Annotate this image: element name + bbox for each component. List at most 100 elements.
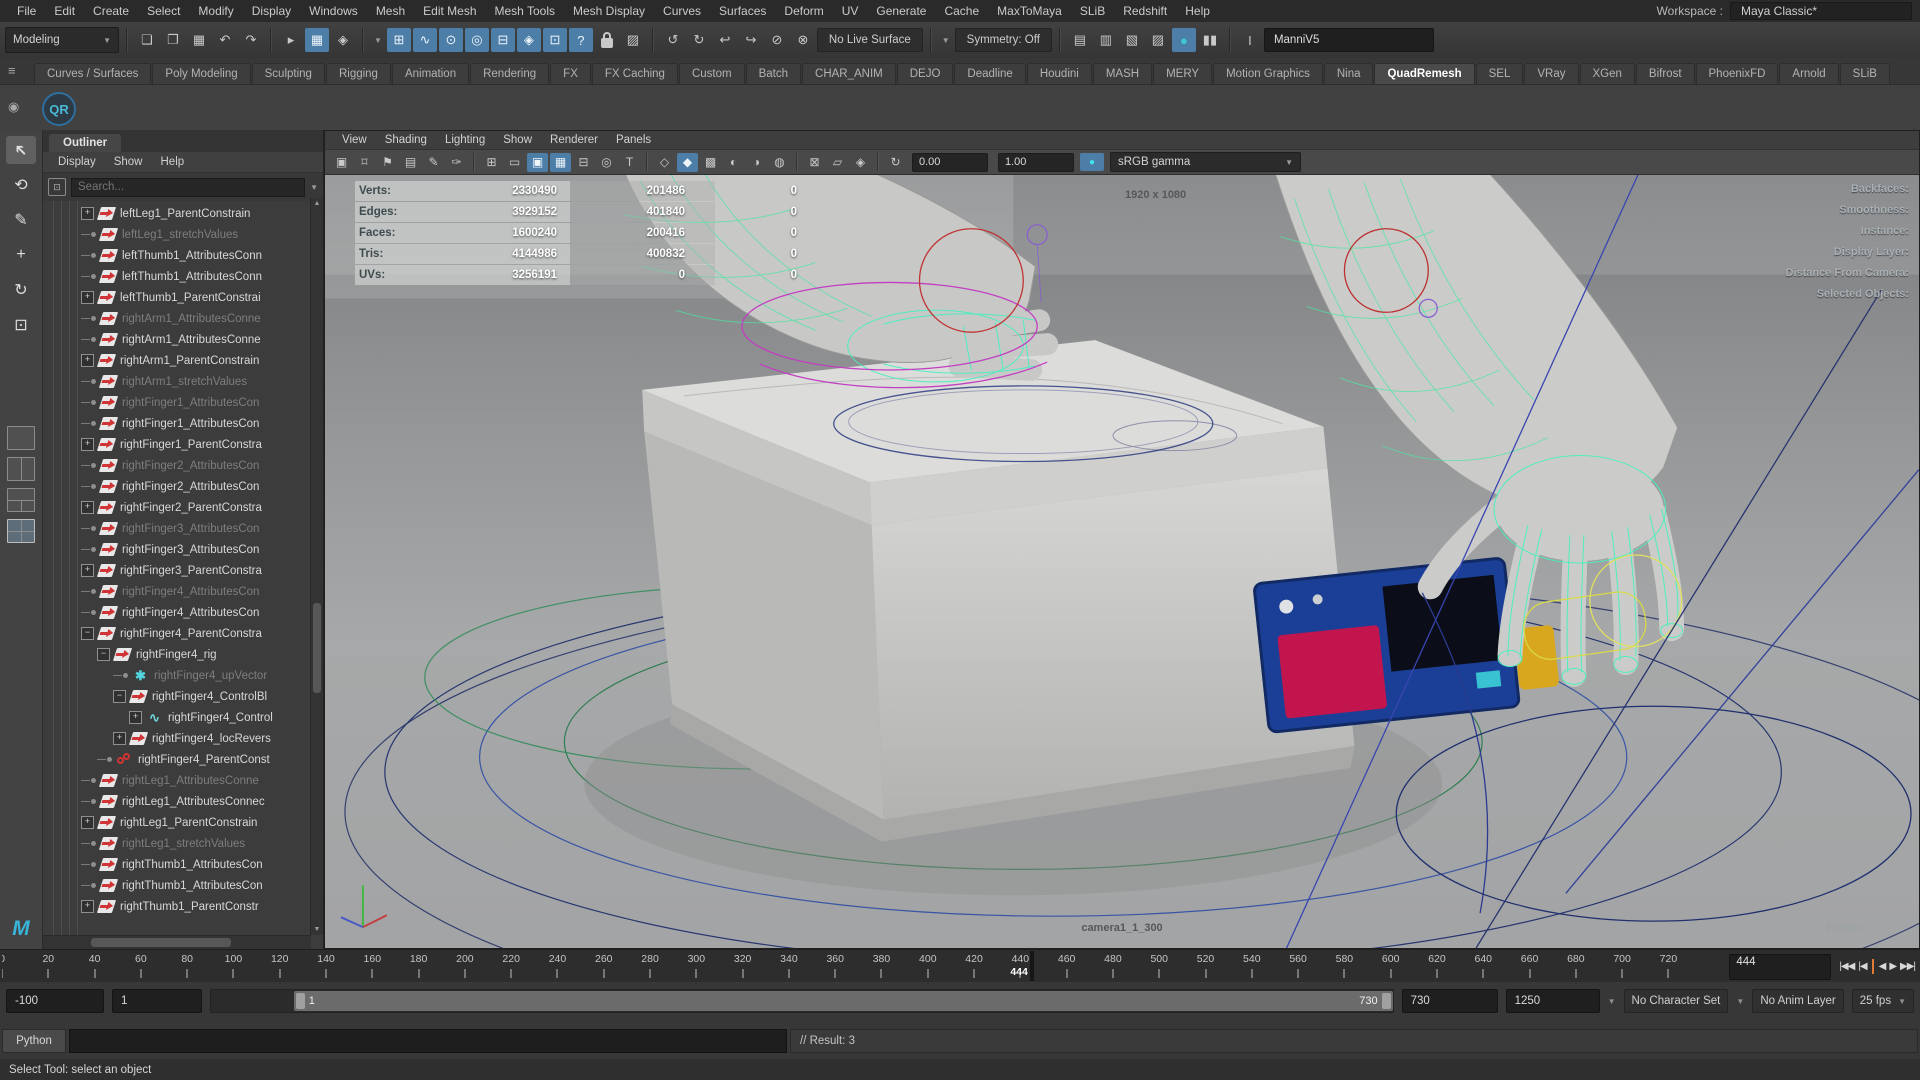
expand-toggle-icon[interactable]: + xyxy=(81,564,94,577)
menu-curves[interactable]: Curves xyxy=(654,4,710,18)
grid-toggle-icon[interactable]: ⊞ xyxy=(481,153,502,172)
playback-start-field[interactable]: 1 xyxy=(112,989,202,1013)
wireframe-on-shaded-icon[interactable]: ◈ xyxy=(850,153,871,172)
outliner-item[interactable]: +leftLeg1_ParentConstrain xyxy=(43,203,323,224)
outliner-item[interactable]: rightFinger2_AttributesCon xyxy=(43,455,323,476)
step-back-frame-button[interactable]: |◀ xyxy=(1858,961,1866,972)
character-name-field[interactable]: ManniV5 xyxy=(1264,28,1434,52)
ipr-render-icon[interactable]: ▧ xyxy=(1120,28,1144,52)
search-options-icon[interactable]: ▼ xyxy=(310,183,318,192)
select-object-icon[interactable]: ▦ xyxy=(305,28,329,52)
history-two-icon[interactable]: ↪ xyxy=(739,28,763,52)
outliner-item[interactable]: leftLeg1_stretchValues xyxy=(43,224,323,245)
select-tool[interactable]: ➔ xyxy=(6,136,36,164)
outliner-menu-display[interactable]: Display xyxy=(49,156,105,168)
shelf-tab-mash[interactable]: MASH xyxy=(1093,63,1152,84)
current-frame-field[interactable]: 444 xyxy=(1729,954,1831,980)
quadremesh-shelf-button[interactable]: QR xyxy=(42,92,76,126)
snap-together-icon[interactable]: ⊡ xyxy=(543,28,567,52)
animation-end-field[interactable]: 1250 xyxy=(1506,989,1600,1013)
anim-layer-dropdown[interactable]: No Anim Layer xyxy=(1752,989,1843,1013)
make-live-icon[interactable]: ◈ xyxy=(517,28,541,52)
expand-toggle-icon[interactable]: + xyxy=(81,354,94,367)
shelf-tab-poly-modeling[interactable]: Poly Modeling xyxy=(152,63,250,84)
outliner-item[interactable]: rightLeg1_stretchValues xyxy=(43,833,323,854)
layout-four-pane-button[interactable] xyxy=(7,519,35,543)
scale-tool[interactable]: ⊡ xyxy=(6,311,36,339)
camera-bookmark-icon[interactable]: ⚑ xyxy=(377,153,398,172)
play-forwards-button[interactable]: ▶ xyxy=(1889,961,1896,972)
shelf-tab-sculpting[interactable]: Sculpting xyxy=(252,63,325,84)
go-to-start-button[interactable]: |◀◀ xyxy=(1839,961,1854,972)
current-frame-marker[interactable] xyxy=(1030,951,1034,981)
menu-mesh-tools[interactable]: Mesh Tools xyxy=(486,4,564,18)
input-connections-icon[interactable]: ↺ xyxy=(661,28,685,52)
menu-generate[interactable]: Generate xyxy=(867,4,935,18)
isolate-select-icon[interactable]: ⊠ xyxy=(804,153,825,172)
viewport-menu-shading[interactable]: Shading xyxy=(376,134,436,146)
color-management-toggle[interactable]: ● xyxy=(1080,153,1104,171)
shelf-tab-fx-caching[interactable]: FX Caching xyxy=(592,63,678,84)
shelf-tab-char-anim[interactable]: CHAR_ANIM xyxy=(802,63,896,84)
outliner-item[interactable]: +leftThumb1_ParentConstrai xyxy=(43,287,323,308)
outliner-item[interactable]: rightFinger3_AttributesCon xyxy=(43,518,323,539)
menu-mesh-display[interactable]: Mesh Display xyxy=(564,4,654,18)
outliner-item[interactable]: +rightArm1_ParentConstrain xyxy=(43,350,323,371)
wireframe-display-icon[interactable]: ◇ xyxy=(654,153,675,172)
expand-toggle-icon[interactable]: + xyxy=(129,711,142,724)
shelf-tab-fx[interactable]: FX xyxy=(550,63,591,84)
scroll-down-icon[interactable]: ▼ xyxy=(311,926,323,933)
outliner-menu-show[interactable]: Show xyxy=(105,156,152,168)
expand-toggle-icon[interactable]: + xyxy=(81,501,94,514)
output-connections-icon[interactable]: ↻ xyxy=(687,28,711,52)
menu-file[interactable]: File xyxy=(8,4,45,18)
viewport-menu-show[interactable]: Show xyxy=(494,134,541,146)
lasso-tool[interactable]: ⟲ xyxy=(6,171,36,199)
menu-edit-mesh[interactable]: Edit Mesh xyxy=(414,4,485,18)
expand-toggle-icon[interactable]: + xyxy=(81,291,94,304)
shelf-tab-vray[interactable]: VRay xyxy=(1524,63,1578,84)
range-slider[interactable]: 1 730 xyxy=(210,989,1394,1013)
outliner-item[interactable]: rightArm1_stretchValues xyxy=(43,371,323,392)
film-gate-icon[interactable]: ▭ xyxy=(504,153,525,172)
outliner-item[interactable]: rightFinger4_AttributesCon xyxy=(43,602,323,623)
expand-toggle-icon[interactable]: + xyxy=(81,900,94,913)
outliner-item[interactable]: +rightThumb1_ParentConstr xyxy=(43,896,323,917)
outliner-item[interactable]: rightArm1_AttributesConne xyxy=(43,329,323,350)
layout-two-pane-button[interactable] xyxy=(7,457,35,481)
shelf-tab-rendering[interactable]: Rendering xyxy=(470,63,549,84)
field-chart-icon[interactable]: ⊟ xyxy=(573,153,594,172)
resolution-gate-icon[interactable]: ▣ xyxy=(527,153,548,172)
shelf-tab-animation[interactable]: Animation xyxy=(392,63,469,84)
dropdown-arrow-icon[interactable]: ▼ xyxy=(374,36,382,45)
grease-pencil-icon[interactable]: ✑ xyxy=(446,153,467,172)
outliner-item[interactable]: rightThumb1_AttributesCon xyxy=(43,875,323,896)
render-current-frame-icon[interactable]: ▥ xyxy=(1094,28,1118,52)
shaded-display-icon[interactable]: ◆ xyxy=(677,153,698,172)
image-plane-icon[interactable]: ▤ xyxy=(400,153,421,172)
safe-action-icon[interactable]: ◎ xyxy=(596,153,617,172)
expand-toggle-icon[interactable]: − xyxy=(113,690,126,703)
outliner-item[interactable]: +rightFinger4_locRevers xyxy=(43,728,323,749)
scene-camera-icon[interactable]: ▣ xyxy=(331,153,352,172)
expand-toggle-icon[interactable]: + xyxy=(81,207,94,220)
outliner-item[interactable]: −rightFinger4_ControlBl xyxy=(43,686,323,707)
viewport-menu-renderer[interactable]: Renderer xyxy=(541,134,607,146)
viewport-menu-view[interactable]: View xyxy=(333,134,376,146)
outliner-item[interactable]: −rightFinger4_rig xyxy=(43,644,323,665)
outliner-horizontal-scrollbar[interactable] xyxy=(43,935,311,949)
live-surface-indicator[interactable]: No Live Surface xyxy=(817,28,923,52)
menu-uv[interactable]: UV xyxy=(833,4,868,18)
two-d-pan-zoom-icon[interactable]: ✎ xyxy=(423,153,444,172)
shelf-tab-quadremesh[interactable]: QuadRemesh xyxy=(1374,63,1474,84)
scrollbar-thumb[interactable] xyxy=(91,938,230,947)
outliner-item[interactable]: rightFinger1_AttributesCon xyxy=(43,413,323,434)
go-to-end-button[interactable]: ▶▶| xyxy=(1900,961,1915,972)
menu-cache[interactable]: Cache xyxy=(935,4,988,18)
outliner-item[interactable]: −rightFinger4_ParentConstra xyxy=(43,623,323,644)
viewport-3d-scene[interactable] xyxy=(325,175,1919,948)
menu-deform[interactable]: Deform xyxy=(775,4,832,18)
screen-space-ao-icon[interactable]: ◍ xyxy=(769,153,790,172)
search-input[interactable] xyxy=(71,178,305,197)
outliner-item[interactable]: leftThumb1_AttributesConn xyxy=(43,245,323,266)
